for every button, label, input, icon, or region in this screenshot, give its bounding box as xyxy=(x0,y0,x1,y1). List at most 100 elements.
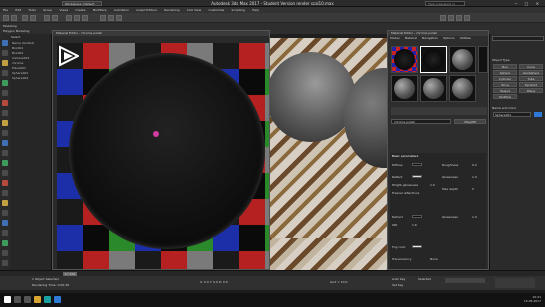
system-clock[interactable]: 10:21 15.05.2017 xyxy=(524,295,541,303)
set-key-button[interactable]: Set Key xyxy=(392,283,403,287)
refract-swatch[interactable] xyxy=(412,215,422,218)
tab-polygon-modeling[interactable]: Polygon Modeling xyxy=(3,29,29,33)
sort-icon[interactable] xyxy=(2,210,8,216)
fog-color-swatch[interactable] xyxy=(412,245,422,248)
material-editor-panel[interactable]: Material Editor - chrome polish Modes Ma… xyxy=(387,30,489,270)
3dsmax-icon[interactable] xyxy=(44,296,51,303)
material-editor-icon[interactable] xyxy=(440,15,446,21)
coordinate-readout[interactable]: X: 0.0 Y: 0.0 Z: 0.0 xyxy=(200,280,228,284)
collapse-icon[interactable] xyxy=(2,230,8,236)
param-value[interactable]: 1.0 xyxy=(472,215,477,219)
sme-menu-modes[interactable]: Modes xyxy=(388,36,402,40)
scene-item[interactable]: Box002 xyxy=(12,51,23,55)
display-icon[interactable] xyxy=(2,50,8,56)
rotate-icon[interactable] xyxy=(74,15,80,21)
param-value[interactable]: 1.0 xyxy=(472,175,477,179)
render-icon[interactable] xyxy=(464,15,470,21)
browser-icon[interactable] xyxy=(54,296,61,303)
filter-icon[interactable] xyxy=(2,110,8,116)
tab-modeling[interactable]: Modeling xyxy=(3,24,17,28)
sync-icon[interactable] xyxy=(2,250,8,256)
spacewarp-icon[interactable] xyxy=(2,100,8,106)
create-textplus-button[interactable]: TextPlus xyxy=(493,94,517,99)
shape-icon[interactable] xyxy=(2,160,8,166)
rollout-title[interactable]: Basic parameters xyxy=(392,154,418,158)
windows-start-icon[interactable] xyxy=(4,296,11,303)
select-icon[interactable] xyxy=(44,15,50,21)
select-tool-icon[interactable] xyxy=(2,40,8,46)
param-label[interactable]: Fresnel reflections xyxy=(392,191,419,195)
param-value[interactable]: 1.0 xyxy=(430,183,435,187)
render-setup-icon[interactable] xyxy=(448,15,454,21)
param-value[interactable]: 0.0 xyxy=(472,163,477,167)
scene-header[interactable]: Select xyxy=(11,35,20,39)
param-value[interactable]: None xyxy=(430,257,438,261)
reflect-swatch[interactable] xyxy=(412,175,422,178)
object-type-header[interactable]: Object Type xyxy=(492,58,510,62)
create-box-button[interactable]: Box xyxy=(493,64,517,69)
search-icon[interactable] xyxy=(14,296,21,303)
scene-column-header[interactable]: Name (Sorted) xyxy=(12,41,34,45)
create-sphere-button[interactable]: Sphere xyxy=(493,70,517,75)
container-icon[interactable] xyxy=(2,170,8,176)
sme-toolbar[interactable] xyxy=(391,107,487,115)
sme-menu-navigation[interactable]: Navigation xyxy=(420,36,440,40)
scene-item[interactable]: Plane001 xyxy=(12,66,26,70)
create-pyramid-button[interactable]: Pyramid xyxy=(519,82,543,87)
snap-icon[interactable] xyxy=(100,15,106,21)
material-slot-active[interactable] xyxy=(420,46,447,73)
layer-icon[interactable] xyxy=(2,200,8,206)
create-plane-button[interactable]: Plane xyxy=(519,88,543,93)
scene-item[interactable]: Camera001 xyxy=(12,56,30,60)
create-torus-button[interactable]: Torus xyxy=(493,82,517,87)
param-value[interactable]: 5 xyxy=(472,187,474,191)
folder-icon[interactable] xyxy=(34,296,41,303)
align-icon[interactable] xyxy=(116,15,122,21)
create-tube-button[interactable]: Tube xyxy=(519,76,543,81)
playback-controls[interactable] xyxy=(445,278,485,283)
scale-icon[interactable] xyxy=(82,15,88,21)
settings-icon[interactable] xyxy=(2,260,8,266)
scene-item[interactable]: Sphere001 xyxy=(12,71,28,75)
sme-menu-material[interactable]: Material xyxy=(403,36,419,40)
bone-icon[interactable] xyxy=(2,120,8,126)
object-name-field[interactable]: Sphere001 xyxy=(493,112,531,117)
select-by-name-icon[interactable] xyxy=(52,15,58,21)
hidden-icon[interactable] xyxy=(2,190,8,196)
mirror-icon[interactable] xyxy=(108,15,114,21)
material-type-button[interactable]: VRayMtl xyxy=(454,119,486,124)
diffuse-swatch[interactable] xyxy=(412,163,422,166)
particle-icon[interactable] xyxy=(2,150,8,156)
frozen-icon[interactable] xyxy=(2,180,8,186)
window-controls[interactable]: ─ □ ✕ xyxy=(515,1,542,6)
create-geosphere-button[interactable]: GeoSphere xyxy=(519,70,543,75)
task-view-icon[interactable] xyxy=(24,296,31,303)
expand-icon[interactable] xyxy=(2,220,8,226)
scene-item[interactable]: Box001 xyxy=(12,46,23,50)
light-icon[interactable] xyxy=(2,60,8,66)
chrome-sphere[interactable] xyxy=(266,52,356,142)
create-teapot-button[interactable]: Teapot xyxy=(493,88,517,93)
object-category-dropdown[interactable] xyxy=(492,36,544,41)
preview-sphere[interactable] xyxy=(69,53,265,249)
move-icon[interactable] xyxy=(66,15,72,21)
material-name-field[interactable]: chrome polish xyxy=(391,119,451,124)
sme-menu-utilities[interactable]: Utilities xyxy=(458,36,473,40)
side-toolbar[interactable] xyxy=(478,46,488,73)
create-cone-button[interactable]: Cone xyxy=(519,64,543,69)
param-value[interactable]: 1.6 xyxy=(412,223,417,227)
link-icon[interactable] xyxy=(22,15,28,21)
redo-icon[interactable] xyxy=(11,15,17,21)
object-color-swatch[interactable] xyxy=(534,112,542,117)
search-input[interactable]: Type a keyword or phrase xyxy=(425,1,465,10)
scene-item[interactable]: Sphere002 xyxy=(12,76,28,80)
create-cylinder-button[interactable]: Cylinder xyxy=(493,76,517,81)
group-icon[interactable] xyxy=(2,130,8,136)
scene-item[interactable]: chrome xyxy=(12,61,23,65)
camera-icon[interactable] xyxy=(2,70,8,76)
xref-icon[interactable] xyxy=(2,140,8,146)
material-preview-window[interactable]: Material Editor - chrome polish xyxy=(52,30,270,270)
selected-dropdown[interactable]: Selected xyxy=(418,277,431,281)
material-slot[interactable] xyxy=(449,75,476,102)
sme-menu-options[interactable]: Options xyxy=(441,36,457,40)
